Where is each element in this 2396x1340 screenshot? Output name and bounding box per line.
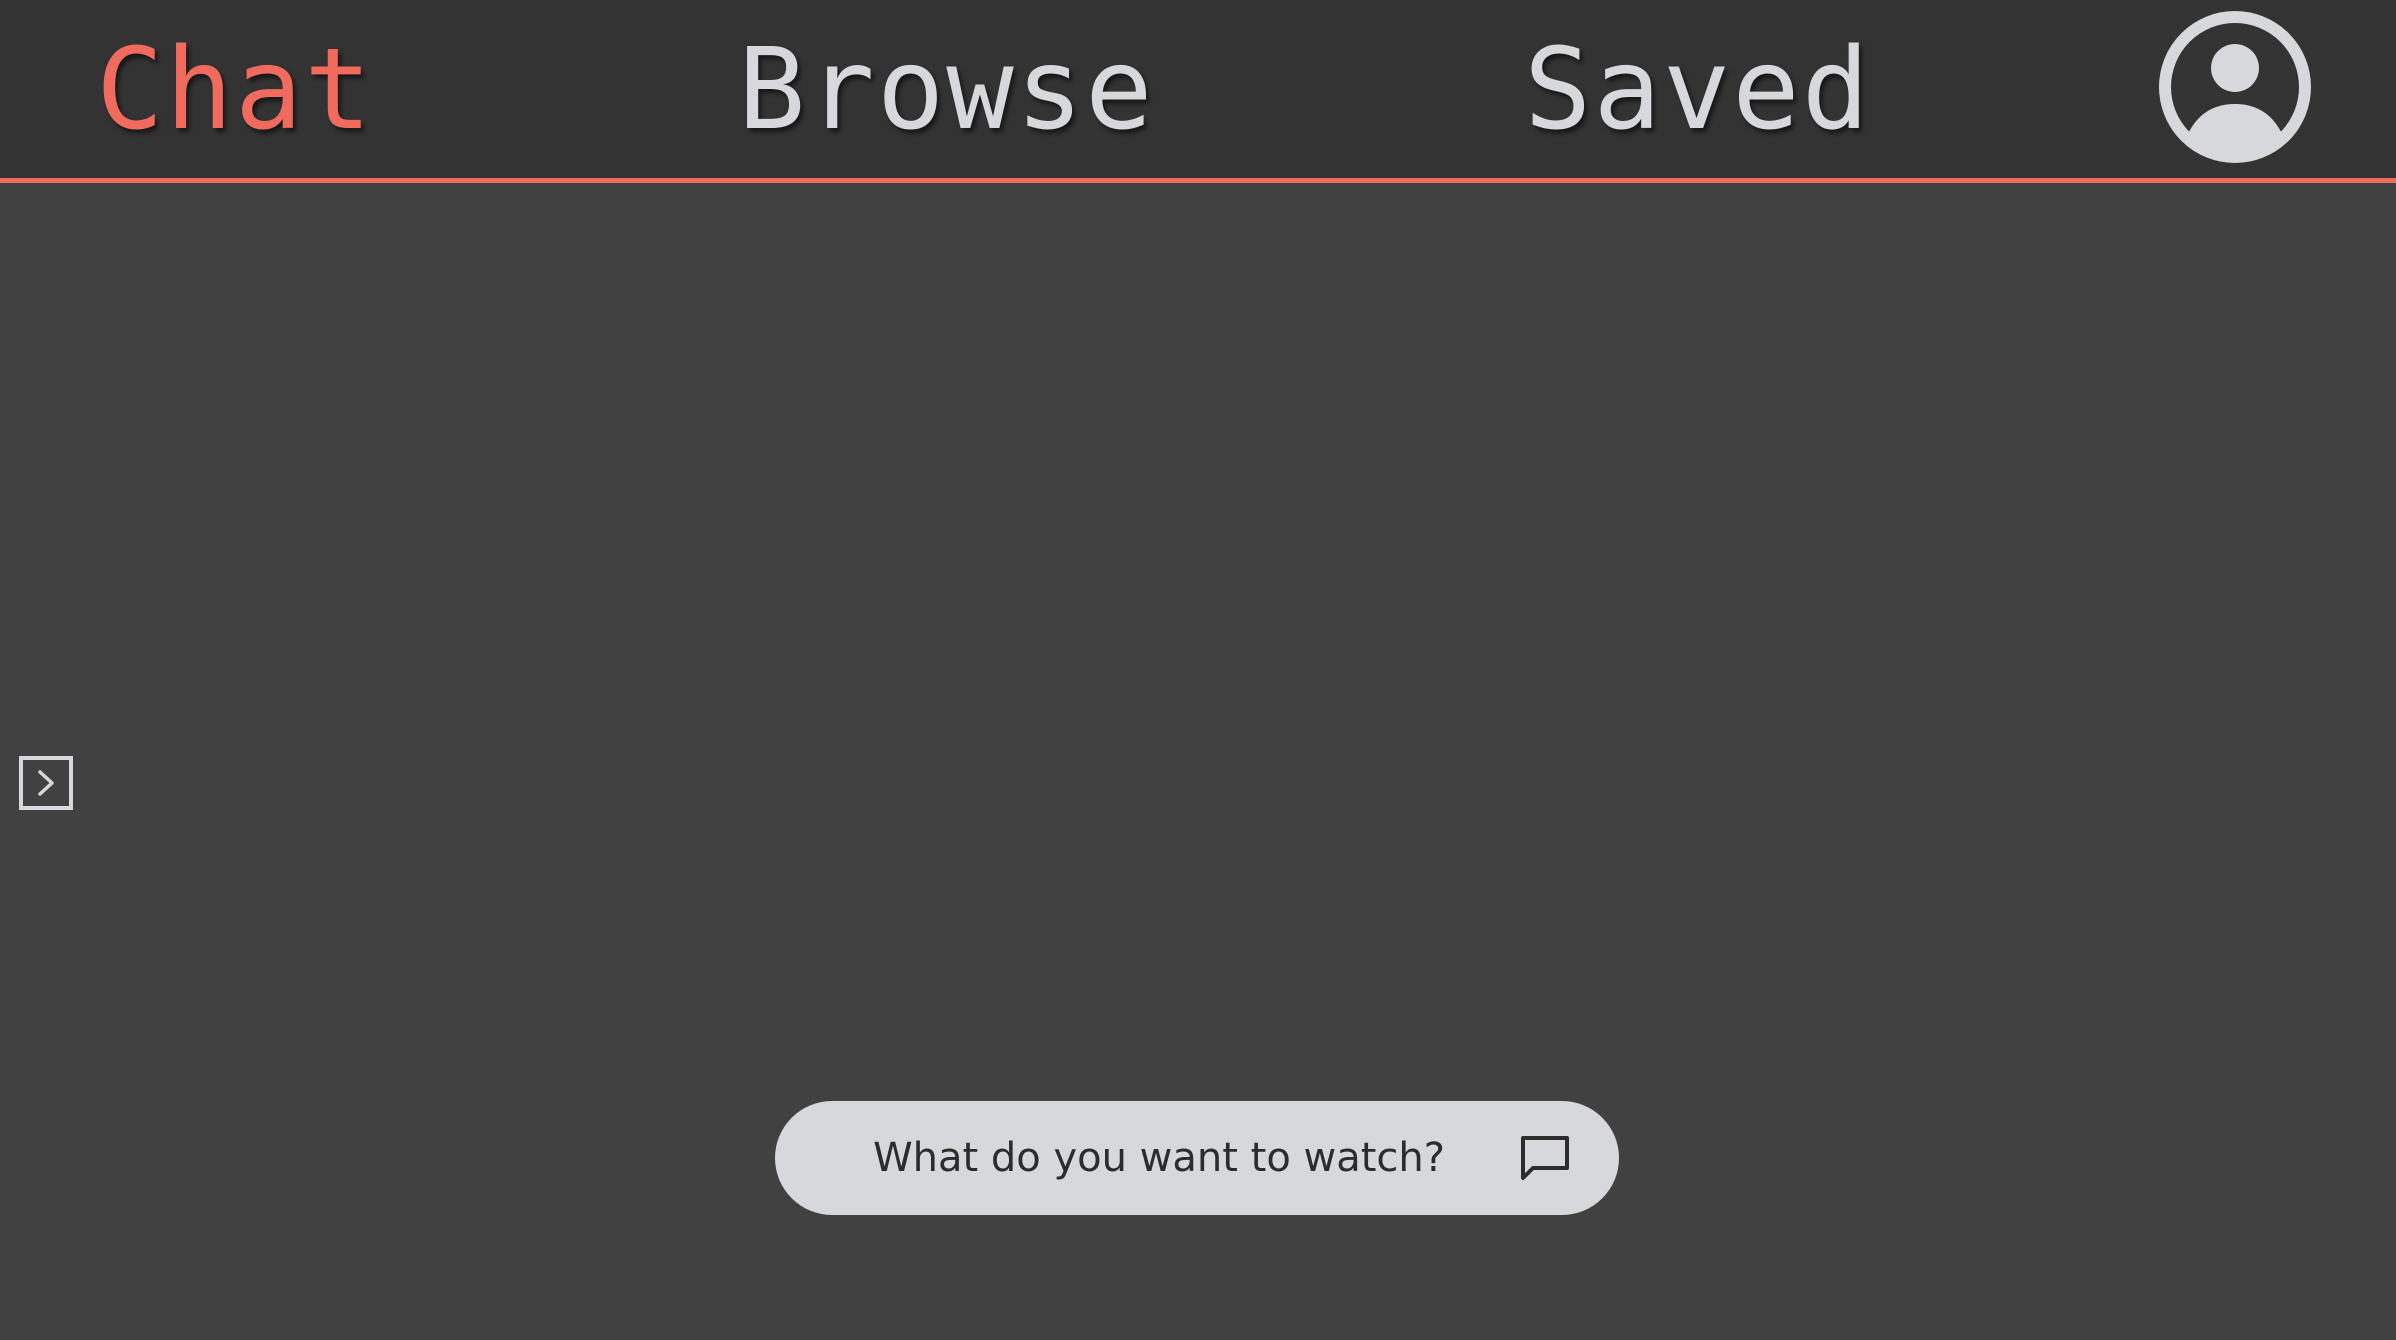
message-square-icon [1521,1136,1569,1180]
chat-input-bar [775,1101,1619,1215]
user-circle-icon [2159,11,2311,163]
top-nav-bar: Chat Browse Saved [0,0,2396,183]
sidebar-toggle-button[interactable] [19,756,73,810]
send-message-button[interactable] [1517,1130,1573,1186]
tab-chat[interactable]: Chat [96,20,374,160]
tab-browse[interactable]: Browse [738,20,1155,160]
chat-input[interactable] [865,1123,1445,1193]
chevron-right-icon [38,770,54,796]
tab-saved[interactable]: Saved [1524,20,1871,160]
profile-button[interactable] [2158,10,2312,164]
